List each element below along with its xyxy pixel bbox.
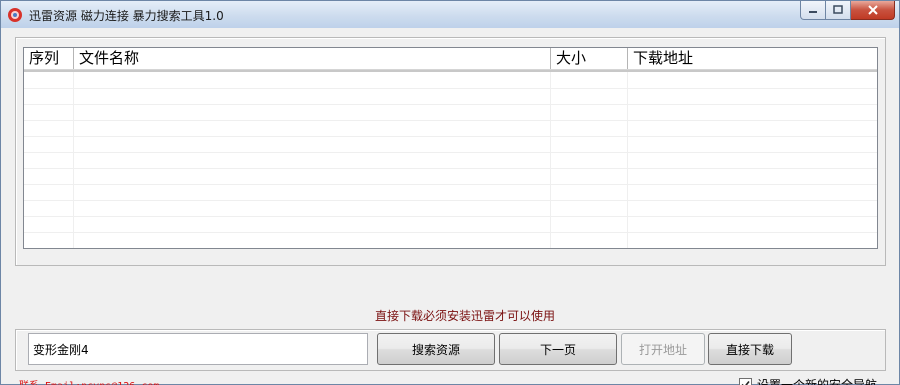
- column-header-filename[interactable]: 文件名称: [74, 48, 551, 69]
- grid-line: [24, 216, 877, 217]
- grid-line: [627, 72, 628, 248]
- grid-line: [550, 72, 551, 248]
- search-input[interactable]: [28, 333, 368, 365]
- app-logo-icon: [7, 7, 23, 23]
- window-title: 迅雷资源 磁力连接 暴力搜索工具1.0: [29, 9, 224, 23]
- grid-line: [24, 232, 877, 233]
- minimize-button[interactable]: [800, 1, 826, 20]
- download-notice: 直接下载必须安装迅雷才可以使用: [374, 309, 555, 323]
- column-header-download-url[interactable]: 下载地址: [628, 48, 877, 69]
- safe-nav-option[interactable]: 设置一个新的安全导航: [739, 376, 877, 385]
- direct-download-button[interactable]: 直接下载: [708, 333, 792, 365]
- grid-line: [24, 184, 877, 185]
- grid-line: [73, 72, 74, 248]
- title-bar[interactable]: 迅雷资源 磁力连接 暴力搜索工具1.0: [1, 1, 899, 28]
- open-address-button[interactable]: 打开地址: [621, 333, 705, 365]
- close-button[interactable]: [851, 1, 895, 20]
- results-table[interactable]: 序列 文件名称 大小 下载地址: [23, 47, 878, 249]
- safe-nav-label: 设置一个新的安全导航: [757, 378, 878, 385]
- maximize-button[interactable]: [826, 1, 851, 20]
- window-controls: [800, 1, 895, 21]
- checkmark-icon: [741, 380, 750, 385]
- grid-line: [24, 88, 877, 89]
- table-header: 序列 文件名称 大小 下载地址: [24, 48, 877, 70]
- search-button[interactable]: 搜索资源: [377, 333, 495, 365]
- contact-email-link[interactable]: 联系 Email:pcyps@126.com: [19, 377, 159, 385]
- grid-line: [24, 168, 877, 169]
- grid-line: [24, 120, 877, 121]
- next-page-button[interactable]: 下一页: [499, 333, 617, 365]
- maximize-icon: [833, 5, 843, 14]
- column-header-index[interactable]: 序列: [24, 48, 74, 69]
- safe-nav-checkbox[interactable]: [739, 378, 752, 385]
- column-header-size[interactable]: 大小: [551, 48, 628, 69]
- grid-line: [24, 104, 877, 105]
- grid-line: [24, 200, 877, 201]
- header-divider: [24, 70, 877, 72]
- grid-line: [24, 152, 877, 153]
- close-icon: [867, 5, 878, 15]
- app-window: 迅雷资源 磁力连接 暴力搜索工具1.0 序列 文件名称 大小 下载地址 直接下载…: [0, 0, 900, 385]
- minimize-icon: [809, 11, 817, 13]
- grid-line: [24, 136, 877, 137]
